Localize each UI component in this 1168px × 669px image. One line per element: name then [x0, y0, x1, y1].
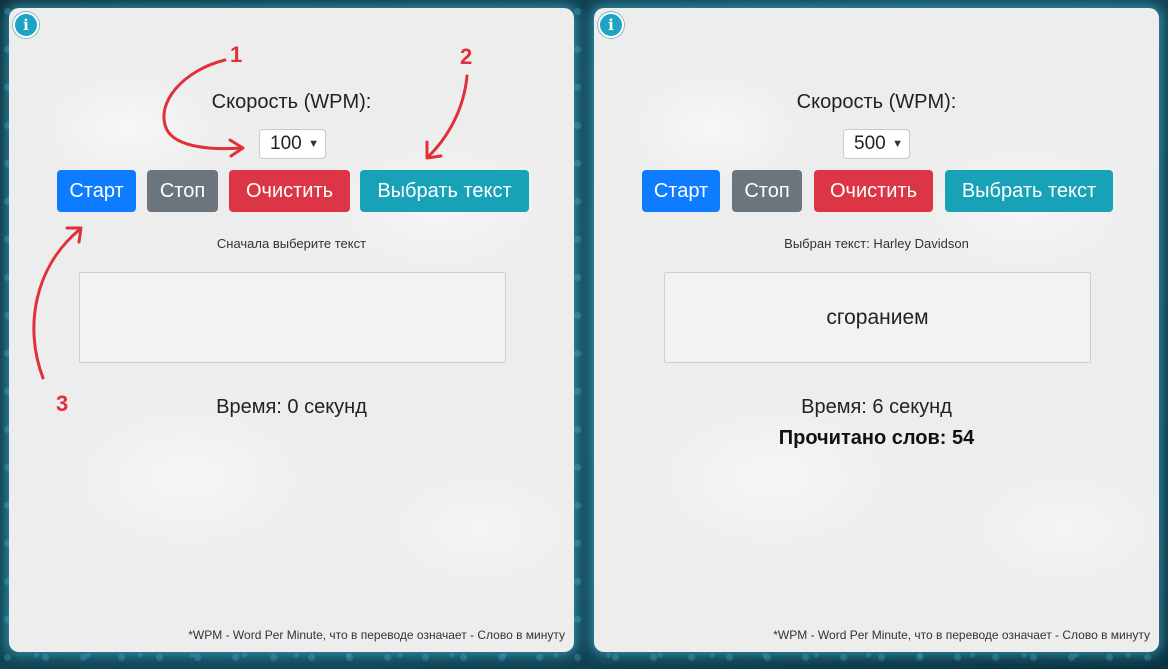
footnote: *WPM - Word Per Minute, что в переводе о…: [188, 628, 565, 642]
speed-select[interactable]: 500 ▼: [843, 129, 910, 159]
start-button[interactable]: Старт: [57, 170, 136, 212]
time-display: Время: 0 секунд: [216, 396, 367, 418]
left-panel: i Скорость (WPM): 100 ▼ Старт Стоп Очист…: [9, 8, 574, 652]
word-display: сгоранием: [664, 272, 1091, 363]
words-read-counter: Прочитано слов: 54: [778, 427, 975, 449]
time-display: Время: 6 секунд: [801, 396, 952, 418]
choose-text-button[interactable]: Выбрать текст: [360, 170, 529, 212]
footnote: *WPM - Word Per Minute, что в переводе о…: [773, 628, 1150, 642]
clear-button[interactable]: Очистить: [814, 170, 933, 212]
stop-button[interactable]: Стоп: [147, 170, 218, 212]
speed-value: 100: [270, 133, 302, 154]
speed-select[interactable]: 100 ▼: [259, 129, 326, 159]
word-display: [79, 272, 506, 363]
right-panel: i Скорость (WPM): 500 ▼ Старт Стоп Очист…: [594, 8, 1159, 652]
speed-value: 500: [854, 133, 886, 154]
speed-label: Скорость (WPM):: [211, 91, 372, 113]
speed-label: Скорость (WPM):: [796, 91, 957, 113]
info-icon[interactable]: i: [13, 12, 39, 38]
status-text: Выбран текст: Harley Davidson: [784, 236, 969, 251]
chevron-down-icon: ▼: [892, 138, 903, 150]
info-icon[interactable]: i: [598, 12, 624, 38]
stop-button[interactable]: Стоп: [732, 170, 802, 212]
choose-text-button[interactable]: Выбрать текст: [945, 170, 1113, 212]
clear-button[interactable]: Очистить: [229, 170, 350, 212]
chevron-down-icon: ▼: [308, 138, 319, 150]
start-button[interactable]: Старт: [642, 170, 720, 212]
status-text: Сначала выберите текст: [216, 236, 367, 251]
